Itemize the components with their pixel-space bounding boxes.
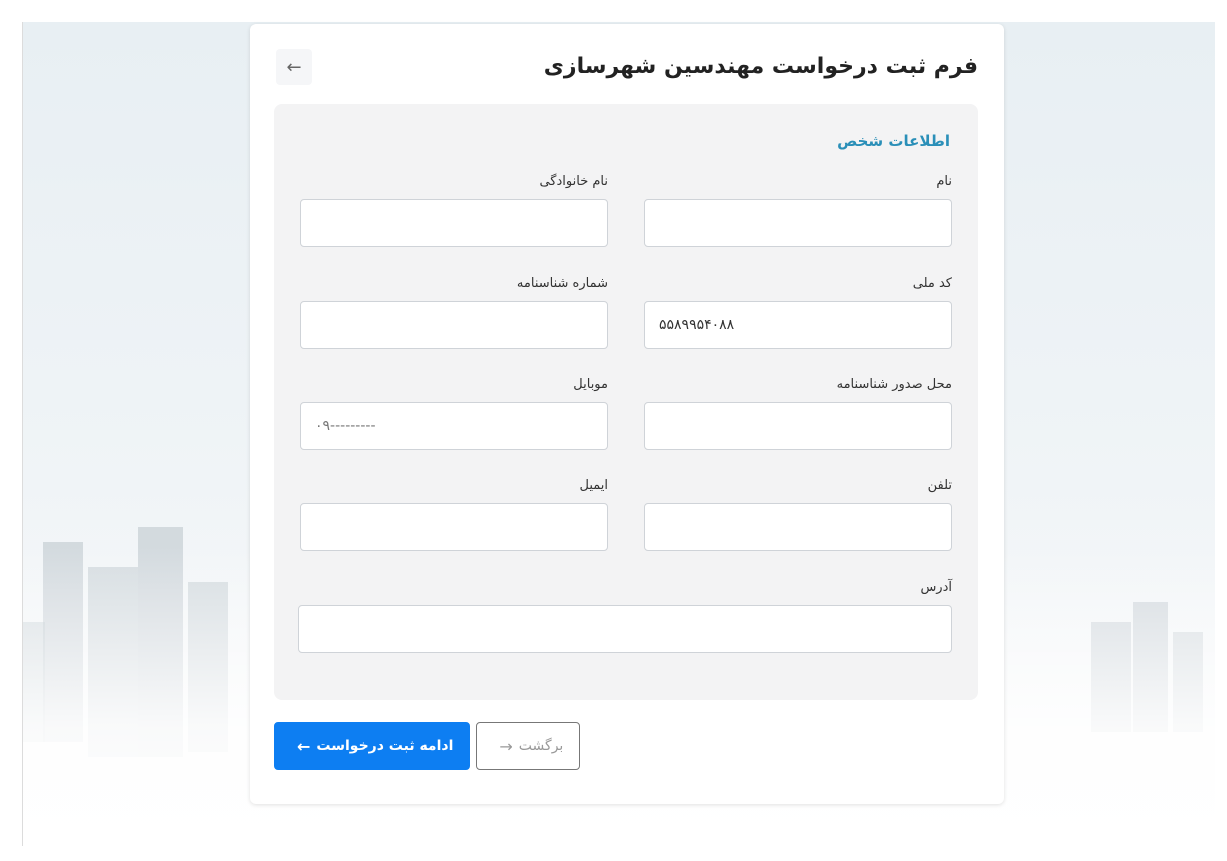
section-title: اطلاعات شخص	[837, 132, 950, 150]
request-form-card: فرم ثبت درخواست مهندسین شهرسازی ← اطلاعا…	[250, 24, 1004, 804]
continue-request-button[interactable]: ← ادامه ثبت درخواست	[274, 722, 471, 770]
last-name-group: نام خانوادگی	[300, 174, 608, 247]
email-label: ایمیل	[579, 478, 608, 493]
personal-info-panel: اطلاعات شخص نام نام خانوادگی کد ملی شمار…	[274, 104, 978, 700]
back-button[interactable]: → برگشت	[476, 722, 581, 770]
address-input[interactable]	[298, 605, 952, 653]
back-label: برگشت	[518, 738, 564, 754]
mobile-input[interactable]	[300, 402, 608, 450]
continue-request-label: ادامه ثبت درخواست	[316, 738, 454, 754]
national-code-group: کد ملی	[644, 276, 952, 349]
phone-label: تلفن	[927, 478, 952, 493]
first-name-input[interactable]	[644, 199, 952, 247]
arrow-right-icon: →	[499, 736, 513, 756]
phone-input[interactable]	[644, 503, 952, 551]
arrow-left-icon: ←	[297, 736, 311, 756]
first-name-label: نام	[936, 174, 952, 189]
issue-place-input[interactable]	[644, 402, 952, 450]
mobile-group: موبایل	[300, 377, 608, 450]
national-code-input[interactable]	[644, 301, 952, 349]
last-name-input[interactable]	[300, 199, 608, 247]
issue-place-label: محل صدور شناسنامه	[836, 377, 952, 392]
address-group: آدرس	[298, 580, 952, 653]
mobile-label: موبایل	[573, 377, 608, 392]
national-code-label: کد ملی	[912, 276, 952, 291]
form-actions: ← ادامه ثبت درخواست → برگشت	[274, 722, 581, 770]
issue-place-group: محل صدور شناسنامه	[644, 377, 952, 450]
page-title: فرم ثبت درخواست مهندسین شهرسازی	[543, 54, 978, 79]
id-number-label: شماره شناسنامه	[516, 276, 608, 291]
email-group: ایمیل	[300, 478, 608, 551]
address-label: آدرس	[920, 580, 952, 595]
arrow-left-icon[interactable]: ←	[276, 49, 312, 85]
id-number-input[interactable]	[300, 301, 608, 349]
email-input[interactable]	[300, 503, 608, 551]
first-name-group: نام	[644, 174, 952, 247]
id-number-group: شماره شناسنامه	[300, 276, 608, 349]
last-name-label: نام خانوادگی	[539, 174, 608, 189]
phone-group: تلفن	[644, 478, 952, 551]
